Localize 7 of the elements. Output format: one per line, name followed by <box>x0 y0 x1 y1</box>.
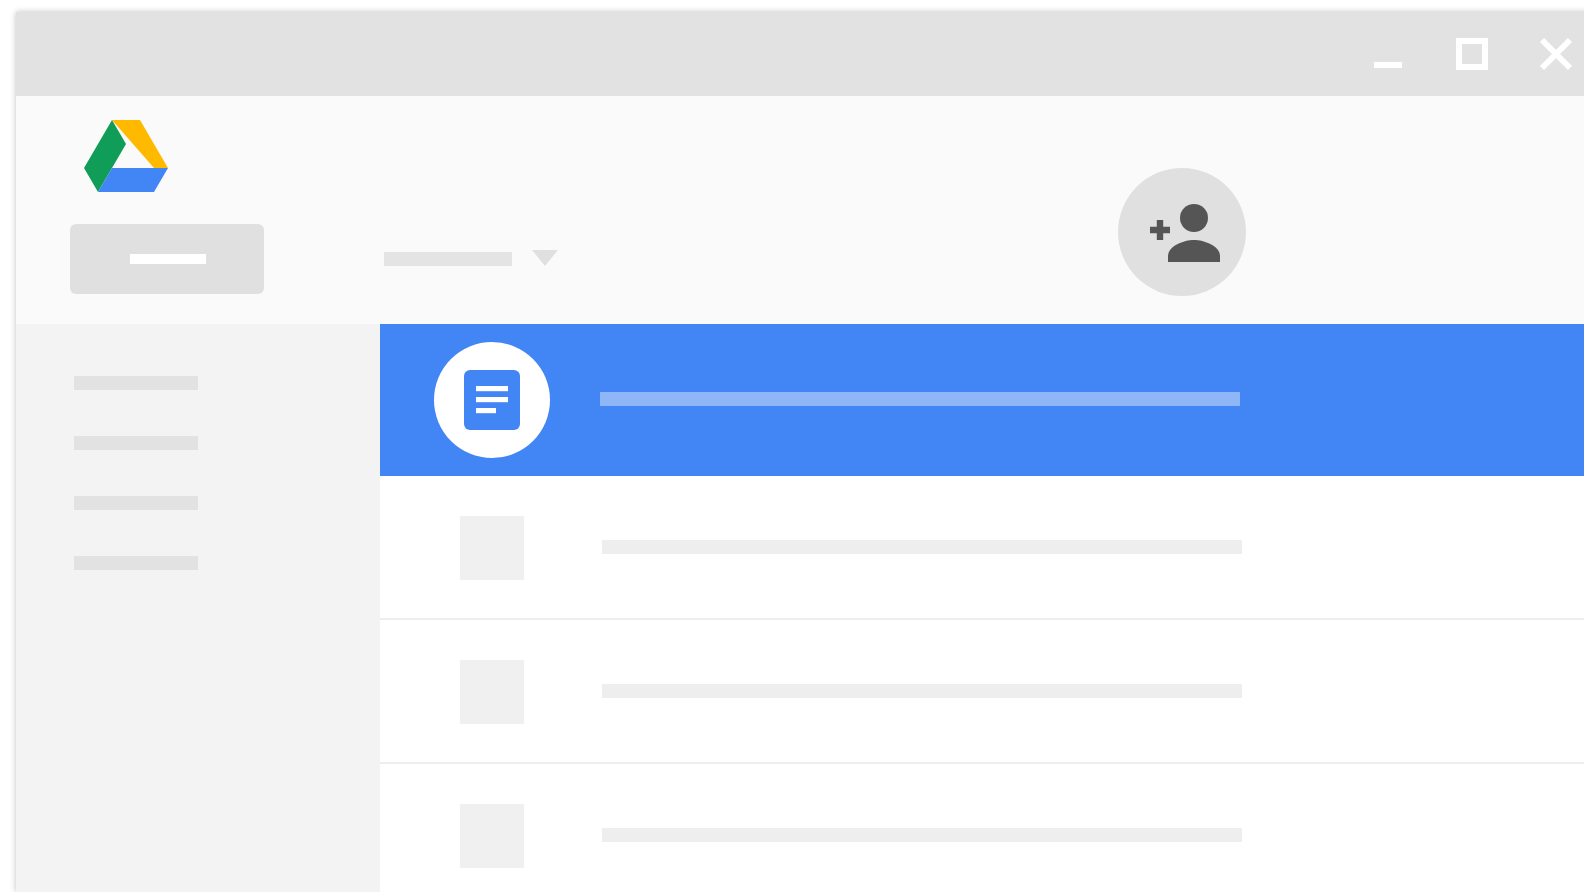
caret-icon <box>532 250 558 266</box>
sort-dropdown[interactable] <box>384 250 558 266</box>
triangle-logo-icon <box>84 120 168 196</box>
maximize-icon[interactable] <box>1452 34 1492 74</box>
close-icon[interactable] <box>1536 34 1576 74</box>
new-button[interactable] <box>70 224 264 294</box>
file-row[interactable] <box>380 324 1584 476</box>
